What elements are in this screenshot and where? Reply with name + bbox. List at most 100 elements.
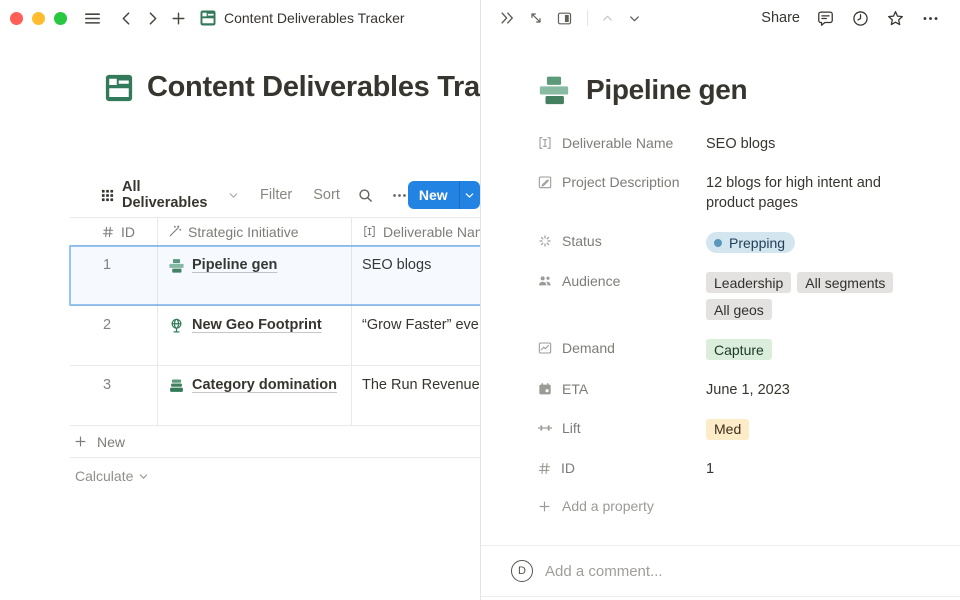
- chevron-down-icon: [228, 190, 239, 201]
- page-link[interactable]: New Geo Footprint: [192, 317, 322, 333]
- close-window-button[interactable]: [10, 12, 23, 25]
- plus-icon: [73, 434, 88, 449]
- peek-panel: Share: [480, 0, 960, 600]
- globe-icon: [168, 317, 185, 334]
- row-initiative-cell[interactable]: Category domination: [158, 366, 352, 425]
- database-table: ID Strategic Initiative Deliverable Name…: [70, 217, 480, 491]
- status-pill[interactable]: Prepping: [706, 232, 795, 253]
- property-label[interactable]: Project Description: [537, 173, 706, 190]
- table-row[interactable]: 1 Pipeline gen SEO blogs: [70, 246, 480, 306]
- filter-button[interactable]: Filter: [260, 187, 292, 203]
- close-peek-button[interactable]: [498, 9, 516, 27]
- open-full-page-button[interactable]: [528, 10, 544, 26]
- page-link[interactable]: Pipeline gen: [192, 257, 277, 273]
- property-value[interactable]: June 1, 2023: [706, 380, 790, 400]
- text-property-icon: [362, 224, 377, 239]
- row-deliverable-cell[interactable]: “Grow Faster” eve: [352, 306, 480, 365]
- property-label[interactable]: Status: [537, 232, 706, 249]
- page-title-text[interactable]: Content Deliverables Tracker: [147, 71, 480, 104]
- forward-button[interactable]: [141, 7, 163, 29]
- tag-pill[interactable]: Leadership: [706, 272, 791, 293]
- peek-page-title: Pipeline gen: [537, 73, 930, 107]
- updates-button[interactable]: [851, 9, 870, 28]
- property-value[interactable]: 1: [706, 459, 714, 479]
- expand-diagonal-icon: [528, 10, 544, 26]
- property-label[interactable]: Demand: [537, 339, 706, 356]
- views-menu-button[interactable]: All Deliverables: [100, 179, 239, 211]
- comment-input[interactable]: Add a comment...: [545, 563, 944, 580]
- row-id-cell[interactable]: 3: [70, 366, 158, 425]
- property-value[interactable]: 12 blogs for high intent and product pag…: [706, 173, 914, 213]
- zoom-window-button[interactable]: [54, 12, 67, 25]
- property-label[interactable]: Audience: [537, 272, 706, 289]
- page-link[interactable]: Category domination: [192, 377, 337, 393]
- next-record-button[interactable]: [627, 11, 642, 26]
- tag-pill[interactable]: All segments: [797, 272, 893, 293]
- column-header-deliverable-name[interactable]: Deliverable Name: [352, 218, 480, 245]
- property-label[interactable]: Lift: [537, 419, 706, 436]
- property-value[interactable]: Leadership All segments All geos: [706, 272, 914, 320]
- more-options-button[interactable]: [921, 9, 940, 28]
- previous-record-button[interactable]: [600, 11, 615, 26]
- status-spinner-icon: [537, 233, 553, 249]
- row-initiative-cell[interactable]: Pipeline gen: [158, 246, 352, 305]
- sort-button[interactable]: Sort: [313, 187, 340, 203]
- column-header-strategic-initiative[interactable]: Strategic Initiative: [158, 218, 352, 245]
- row-deliverable-cell[interactable]: The Run Revenue S: [352, 366, 480, 425]
- peek-title-text[interactable]: Pipeline gen: [586, 74, 747, 106]
- row-deliverable-cell[interactable]: SEO blogs: [352, 246, 480, 305]
- share-button[interactable]: Share: [761, 10, 800, 26]
- property-value[interactable]: SEO blogs: [706, 134, 775, 154]
- row-initiative-cell[interactable]: New Geo Footprint: [158, 306, 352, 365]
- window-controls: [10, 12, 67, 25]
- stack-icon: [168, 377, 185, 394]
- property-value[interactable]: Med: [706, 419, 749, 441]
- bar-chart-icon[interactable]: [537, 73, 571, 107]
- property-label[interactable]: ID: [537, 459, 706, 476]
- bar-chart-icon: [168, 257, 185, 274]
- new-tab-button[interactable]: [167, 7, 189, 29]
- row-id-cell[interactable]: 1: [70, 246, 158, 305]
- breadcrumb[interactable]: Content Deliverables Tracker: [199, 9, 405, 27]
- favorite-button[interactable]: [886, 9, 905, 28]
- property-label[interactable]: Deliverable Name: [537, 134, 706, 151]
- hamburger-icon: [83, 9, 102, 28]
- property-value[interactable]: Capture: [706, 339, 772, 361]
- table-view-icon: [100, 188, 115, 203]
- new-record-dropdown-button[interactable]: [459, 181, 480, 209]
- minimize-window-button[interactable]: [32, 12, 45, 25]
- peek-body: Pipeline gen Deliverable Name SEO blogs …: [481, 36, 960, 514]
- dumbbell-icon: [537, 420, 553, 436]
- toolbar-divider: [587, 10, 588, 26]
- view-options-button[interactable]: [391, 187, 408, 204]
- peek-toolbar: Share: [481, 0, 960, 36]
- chevron-left-icon: [118, 10, 135, 27]
- property-value[interactable]: Prepping: [706, 232, 795, 253]
- page-icon-large[interactable]: [104, 73, 134, 103]
- back-button[interactable]: [115, 7, 137, 29]
- column-header-id[interactable]: ID: [70, 218, 158, 245]
- user-avatar: D: [511, 560, 533, 582]
- comment-section: D Add a comment...: [481, 545, 960, 597]
- tag-pill[interactable]: All geos: [706, 299, 772, 320]
- wand-sparkle-icon: [167, 224, 182, 239]
- side-peek-toggle-button[interactable]: [556, 10, 573, 27]
- page-title: Content Deliverables Tracker: [104, 71, 480, 104]
- tag-pill[interactable]: Capture: [706, 339, 772, 360]
- table-row[interactable]: 2 New Geo Footprint “Grow Faster” eve: [70, 306, 480, 366]
- property-label[interactable]: ETA: [537, 380, 706, 397]
- add-row-button[interactable]: New: [70, 426, 480, 458]
- page-icon: [199, 9, 217, 27]
- calculate-button[interactable]: Calculate: [70, 461, 480, 491]
- search-button[interactable]: [357, 187, 374, 204]
- property-id: ID 1: [537, 459, 930, 479]
- add-property-button[interactable]: Add a property: [537, 498, 930, 514]
- table-row[interactable]: 3 Category domination The Run Revenue S: [70, 366, 480, 426]
- comments-button[interactable]: [816, 9, 835, 28]
- tag-pill[interactable]: Med: [706, 419, 749, 440]
- property-list: Deliverable Name SEO blogs Project Descr…: [537, 134, 930, 514]
- new-record-button[interactable]: New: [408, 181, 459, 209]
- sidebar-toggle-button[interactable]: [81, 7, 103, 29]
- row-id-cell[interactable]: 2: [70, 306, 158, 365]
- number-hash-icon: [537, 461, 552, 476]
